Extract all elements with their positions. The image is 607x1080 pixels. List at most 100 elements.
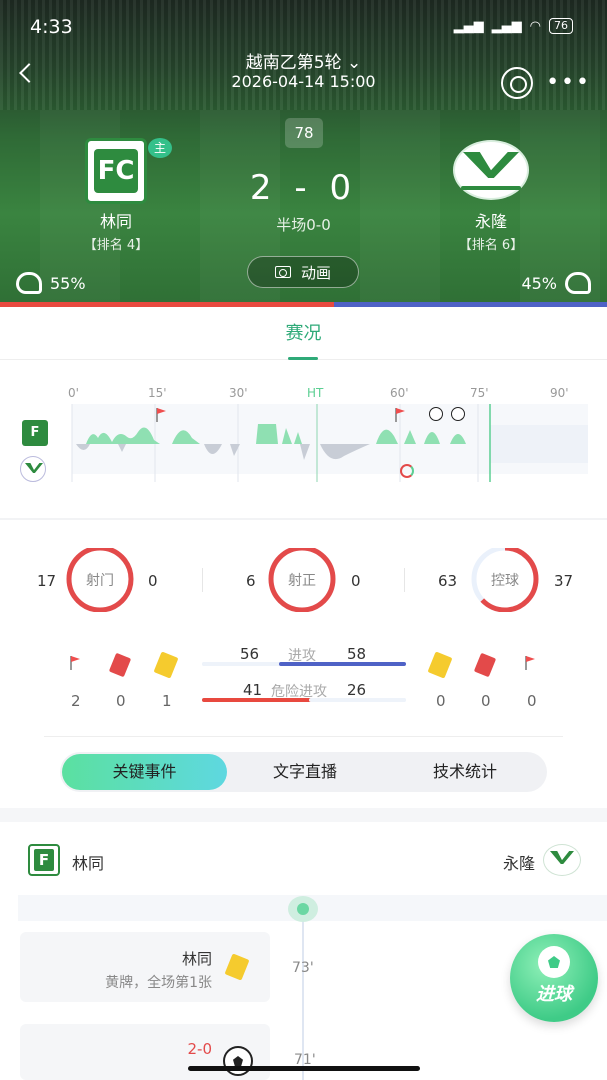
timeline-tick-label: HT [307, 386, 324, 400]
shots-away: 0 [148, 572, 158, 590]
round-label: 越南乙第5轮 [245, 53, 342, 73]
sub-tabs: 关键事件 文字直播 技术统计 [60, 752, 547, 792]
divider [404, 568, 405, 592]
section-gap [0, 808, 607, 822]
status-icons: ▂▄▆ ▂▄▆ ◠ 76 [454, 18, 573, 34]
event-team: 林同 [181, 950, 212, 968]
away-team-logo[interactable] [453, 140, 529, 200]
momentum-timeline: F 0' 15' 30' HT 60' 75' 90' [0, 380, 607, 500]
away-yellow-cards: 0 [436, 692, 446, 710]
timeline-tick-label: 0' [68, 386, 79, 400]
divider [202, 568, 203, 592]
away-yellow-card-icon [427, 651, 453, 679]
home-badge: 主 [148, 138, 172, 158]
timeline-tick-label: 30' [229, 386, 248, 400]
wifi-icon: ◠ [529, 18, 541, 34]
goal-fab-button[interactable]: 进球 [510, 934, 598, 1022]
attack-home: 56 [240, 645, 260, 663]
circle-stats: 17 射门 0 6 射正 0 63 控球 37 [0, 548, 607, 612]
away-rank: 【排名 6】 [458, 238, 524, 253]
on-target-home: 6 [246, 572, 256, 590]
event-card[interactable]: 2-0 [20, 1024, 270, 1080]
away-red-cards: 0 [481, 692, 491, 710]
away-corner-icon [523, 656, 537, 670]
home-team-name[interactable]: 林同 [74, 208, 158, 232]
event-minute: 73' [292, 960, 314, 976]
bar-stats: 2 0 1 56 进攻 58 41 危险进攻 26 0 0 0 [0, 640, 607, 720]
danger-away: 26 [347, 681, 367, 699]
match-header: 4:33 ▂▄▆ ▂▄▆ ◠ 76 越南乙第5轮 ⌄ 2026-04-14 15… [0, 0, 607, 305]
danger-home: 41 [243, 681, 263, 699]
event-desc: 黄牌，全场第1张 [105, 975, 212, 991]
chevron-down-icon: ⌄ [346, 53, 362, 73]
camera-icon [274, 266, 291, 278]
home-indicator[interactable] [188, 1066, 420, 1071]
away-strength: 45% [521, 272, 591, 294]
home-strength: 55% [16, 272, 86, 294]
tab-match-status[interactable]: 赛况 [0, 310, 607, 360]
timeline-chart [71, 404, 588, 482]
possession-away: 37 [554, 572, 574, 590]
home-strength-value: 55% [50, 273, 86, 293]
away-strength-bar [334, 302, 607, 307]
tab-key-events[interactable]: 关键事件 [62, 754, 227, 790]
event-card[interactable]: 林同 黄牌，全场第1张 [20, 932, 270, 1002]
tab-text-live[interactable]: 文字直播 [225, 752, 385, 792]
timeline-tick-label: 60' [390, 386, 409, 400]
attack-away-bar [279, 662, 406, 666]
divider [44, 736, 563, 737]
substitution-icon [400, 464, 414, 478]
timeline-tick-label: 15' [148, 386, 167, 400]
on-target-label: 射正 [288, 573, 316, 589]
match-minute: 78 [285, 118, 323, 148]
away-corners: 0 [527, 692, 537, 710]
goal-ball-icon [223, 1046, 253, 1076]
attack-away: 58 [347, 645, 367, 663]
home-team-logo[interactable]: FC [85, 138, 147, 204]
shots-home: 17 [37, 572, 57, 590]
events-live-dot [288, 896, 318, 922]
away-team-name[interactable]: 永隆 [449, 208, 533, 232]
muscle-icon [565, 272, 591, 294]
yellow-card-icon [224, 953, 250, 981]
danger-away-bar [309, 698, 406, 702]
away-red-card-icon [473, 652, 497, 678]
muscle-icon [16, 272, 42, 294]
events-away-logo [543, 844, 581, 876]
home-red-card-icon [108, 652, 132, 678]
events-header: 林同 永隆 [0, 830, 607, 886]
follow-target-icon[interactable] [501, 67, 533, 99]
animation-label: 动画 [300, 263, 331, 282]
signal-icon: ▂▄▆ [453, 18, 484, 34]
on-target-away: 0 [351, 572, 361, 590]
signal-icon-2: ▂▄▆ [491, 18, 522, 34]
possession-home: 63 [438, 572, 458, 590]
more-icon[interactable]: ••• [546, 70, 591, 95]
goal-ball-icon [429, 407, 443, 421]
home-rank: 【排名 4】 [83, 238, 149, 253]
home-yellow-card-icon [153, 651, 179, 679]
home-yellow-cards: 1 [162, 692, 172, 710]
section-divider [0, 518, 607, 520]
events-home-logo [28, 844, 60, 876]
home-logo-mark: FC [94, 149, 138, 193]
events-home-name: 林同 [72, 854, 105, 873]
event-score: 2-0 [187, 1040, 213, 1058]
home-strength-bar [0, 302, 334, 307]
timeline-tick-label: 90' [550, 386, 569, 400]
goal-fab-label: 进球 [536, 984, 572, 1005]
away-strength-value: 45% [521, 273, 557, 293]
home-corner-icon [68, 656, 82, 670]
corner-flag-icon [393, 408, 407, 422]
corner-flag-icon [154, 408, 168, 422]
events-away-name: 永隆 [502, 854, 535, 873]
home-corners: 2 [71, 692, 81, 710]
football-icon [538, 946, 570, 978]
goal-ball-icon [451, 407, 465, 421]
tab-tech-stats[interactable]: 技术统计 [385, 752, 545, 792]
animation-button[interactable]: 动画 [247, 256, 359, 288]
status-time: 4:33 [30, 16, 73, 38]
timeline-tick-label: 75' [470, 386, 489, 400]
possession-label: 控球 [491, 573, 519, 589]
battery-icon: 76 [549, 18, 573, 34]
